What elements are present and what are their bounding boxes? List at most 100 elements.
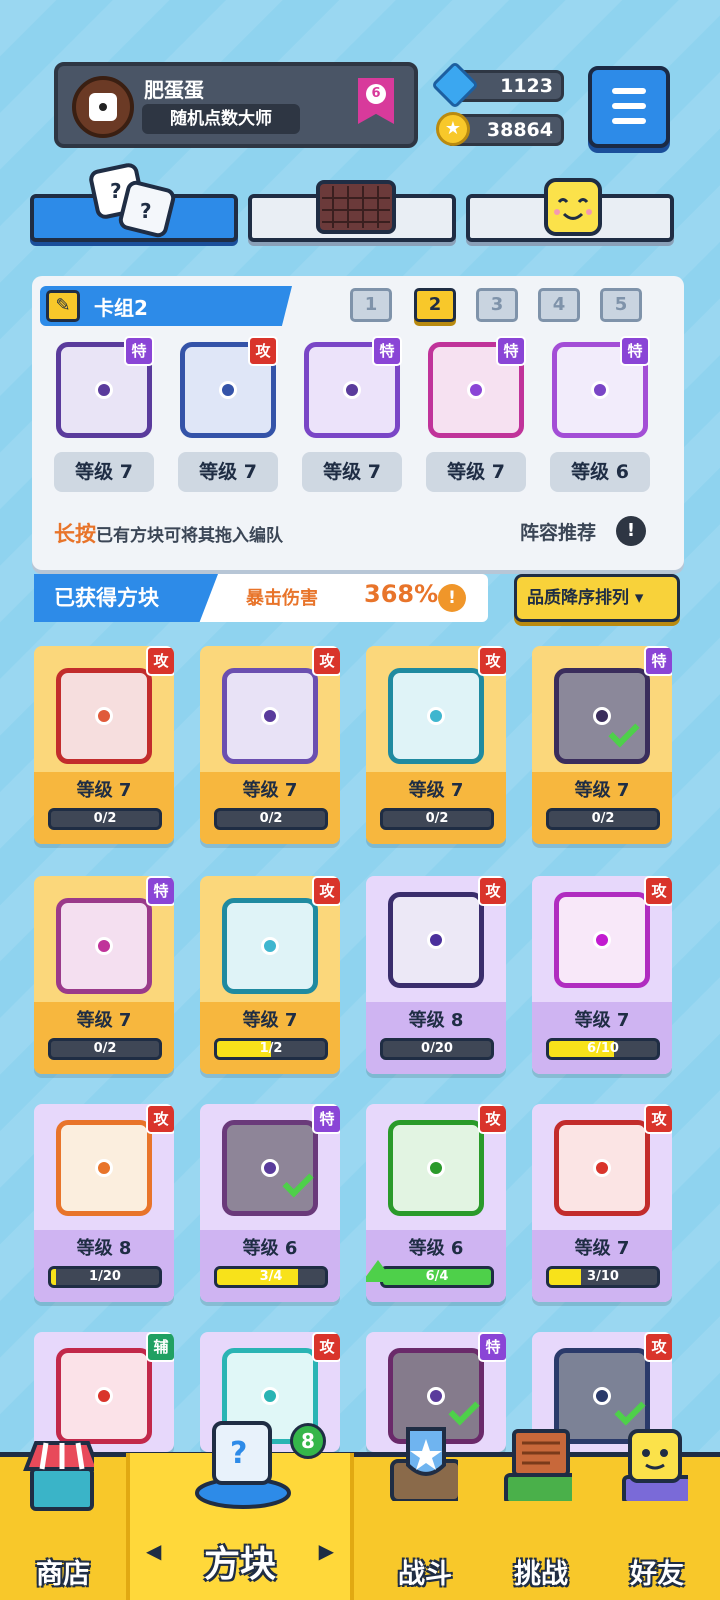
- die-art: [222, 898, 318, 994]
- nav-battle[interactable]: 战斗: [366, 1427, 484, 1600]
- dice-card[interactable]: 攻 等级 8 1/20: [34, 1104, 174, 1302]
- card-progress: 6/4: [380, 1266, 494, 1288]
- dice-card[interactable]: 攻 等级 7 0/2: [34, 646, 174, 844]
- tag-support: 辅: [146, 1332, 174, 1362]
- player-avatar[interactable]: [72, 76, 134, 138]
- mystery-dice-icon: ?: [195, 1421, 291, 1509]
- deck-tab-4[interactable]: 4: [538, 288, 580, 322]
- edit-pencil-icon[interactable]: ✎: [46, 290, 80, 322]
- obtained-bar: 已获得方块 暴击伤害 368% !: [34, 574, 488, 622]
- upgrade-arrow-icon: [366, 1260, 394, 1282]
- nav-friends[interactable]: 好友: [598, 1429, 716, 1600]
- card-progress: 3/10: [546, 1266, 660, 1288]
- tag-special: 特: [146, 876, 174, 906]
- player-name: 肥蛋蛋: [144, 78, 204, 102]
- card-level: 等级 7: [242, 1010, 298, 1031]
- card-level: 等级 7: [408, 780, 464, 801]
- die-art: [554, 668, 650, 764]
- tag-attack: 攻: [644, 1332, 672, 1362]
- deck-die-level: 等级 7: [54, 452, 154, 492]
- dice-card[interactable]: 特 等级 6 3/4: [200, 1104, 340, 1302]
- svg-text:?: ?: [110, 179, 122, 203]
- tag-attack: 攻: [312, 646, 340, 676]
- friends-cube-icon: [622, 1429, 688, 1501]
- sort-dropdown[interactable]: 品质降序排列 ▾: [514, 574, 680, 622]
- crit-help-icon[interactable]: !: [438, 584, 466, 612]
- die-art: [388, 892, 484, 988]
- coin-icon: ★: [436, 112, 470, 146]
- card-progress: 6/10: [546, 1038, 660, 1060]
- hint-highlight: 长按: [54, 522, 96, 546]
- tag-special: 特: [372, 336, 402, 366]
- tag-attack: 攻: [478, 646, 506, 676]
- menu-button[interactable]: [588, 66, 670, 148]
- card-level: 等级 7: [76, 780, 132, 801]
- tag-attack: 攻: [478, 876, 506, 906]
- card-level: 等级 7: [242, 780, 298, 801]
- card-progress: 0/20: [380, 1038, 494, 1060]
- tab-board[interactable]: [248, 180, 456, 242]
- tag-attack: 攻: [312, 876, 340, 906]
- nav-dice[interactable]: ? 8 ◀ ▶ 方块: [126, 1421, 354, 1600]
- card-progress: 0/2: [214, 808, 328, 830]
- die-art: [56, 898, 152, 994]
- card-progress: 1/2: [214, 1038, 328, 1060]
- svg-text:?: ?: [140, 199, 152, 223]
- tab-dice[interactable]: ? ?: [30, 163, 238, 242]
- deck-panel: ✎ 卡组2 1 2 3 4 5 特 等级 7 攻 等级 7 特 等级 7 特 等…: [32, 276, 684, 570]
- die-art: [554, 892, 650, 988]
- card-progress: 0/2: [48, 1038, 162, 1060]
- coin-count: 38864: [486, 119, 553, 141]
- tag-attack: 攻: [248, 336, 278, 366]
- nav-dice-label: 方块: [203, 1544, 276, 1585]
- board-grid-icon: [316, 180, 396, 234]
- dice-card[interactable]: 攻 等级 6 6/4: [366, 1104, 506, 1302]
- nav-challenge[interactable]: 挑战: [482, 1429, 600, 1600]
- card-level: 等级 8: [76, 1238, 132, 1259]
- dice-card[interactable]: 攻 等级 7 6/10: [532, 876, 672, 1074]
- tag-special: 特: [478, 1332, 506, 1362]
- crit-damage-label: 暴击伤害: [246, 588, 318, 609]
- deck-title-bar: ✎ 卡组2: [40, 286, 292, 326]
- drag-hint: 长按已有方块可将其拖入编队: [54, 518, 283, 548]
- dice-card[interactable]: 攻 等级 7 0/2: [200, 646, 340, 844]
- nav-shop[interactable]: 商店: [4, 1441, 122, 1600]
- svg-text:?: ?: [230, 1436, 247, 1471]
- dice-card[interactable]: 特 等级 7 0/2: [532, 646, 672, 844]
- rank-ribbon-icon: 6: [358, 78, 394, 124]
- menu-icon: [612, 88, 646, 94]
- card-progress: 0/2: [380, 808, 494, 830]
- deck-tab-1[interactable]: 1: [350, 288, 392, 322]
- dice-card[interactable]: 特 等级 7 0/2: [34, 876, 174, 1074]
- deck-tab-3[interactable]: 3: [476, 288, 518, 322]
- die-art: [388, 668, 484, 764]
- deck-die-level: 等级 6: [550, 452, 650, 492]
- dice-card[interactable]: 攻 等级 8 0/20: [366, 876, 506, 1074]
- tag-attack: 攻: [146, 646, 174, 676]
- obtained-label: 已获得方块: [34, 574, 218, 622]
- tab-emote[interactable]: [466, 178, 674, 242]
- deck-tab-2[interactable]: 2: [414, 288, 456, 322]
- player-title: 随机点数大师: [142, 104, 300, 134]
- nav-battle-label: 战斗: [398, 1559, 452, 1590]
- die-art: [56, 1120, 152, 1216]
- help-icon[interactable]: !: [616, 516, 646, 546]
- card-level: 等级 6: [408, 1238, 464, 1259]
- dice-card[interactable]: 攻 等级 7 3/10: [532, 1104, 672, 1302]
- player-profile[interactable]: 肥蛋蛋 随机点数大师 6: [54, 62, 418, 148]
- lineup-recommend[interactable]: 阵容推荐: [520, 518, 596, 545]
- dice-card[interactable]: 攻 等级 7 1/2: [200, 876, 340, 1074]
- deck-tab-5[interactable]: 5: [600, 288, 642, 322]
- die-art: [56, 668, 152, 764]
- dice-count-badge: 8: [290, 1423, 326, 1459]
- tag-attack: 攻: [146, 1104, 174, 1134]
- challenge-sign-icon: [504, 1429, 572, 1501]
- dice-card[interactable]: 攻 等级 7 0/2: [366, 646, 506, 844]
- deck-die-level: 等级 7: [426, 452, 526, 492]
- deck-title: 卡组2: [94, 296, 148, 320]
- tag-special: 特: [620, 336, 650, 366]
- card-level: 等级 7: [574, 1238, 630, 1259]
- card-progress: 0/2: [546, 808, 660, 830]
- card-level: 等级 8: [408, 1010, 464, 1031]
- card-level: 等级 7: [574, 1010, 630, 1031]
